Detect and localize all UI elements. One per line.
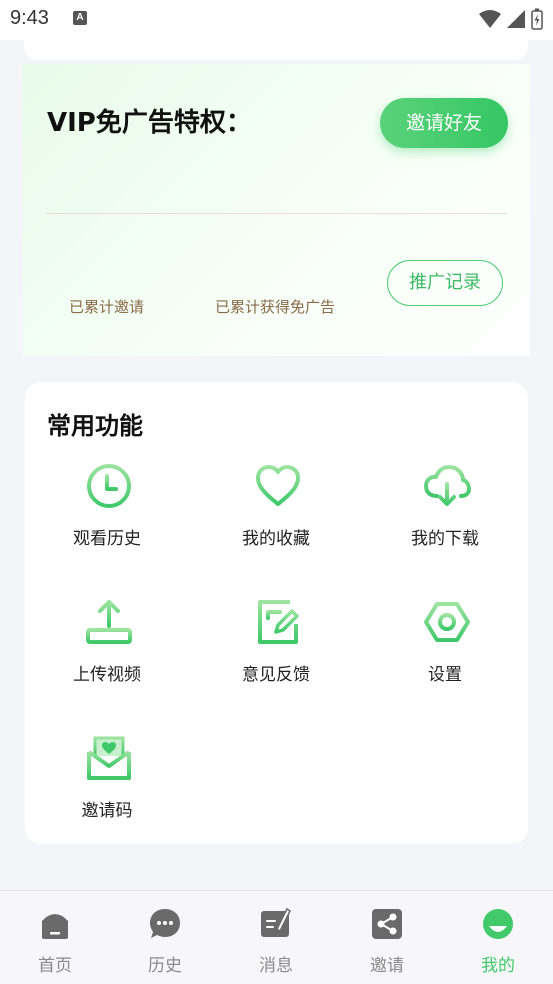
tab-invite[interactable]: 邀请 — [332, 891, 442, 984]
stat-invited-label: 已累计邀请 — [69, 298, 145, 316]
cloud-download-icon — [424, 465, 471, 506]
clock-icon — [87, 464, 131, 508]
profile-icon — [483, 909, 513, 939]
promotion-record-button[interactable]: 推广记录 — [387, 260, 503, 306]
tab-label: 消息 — [259, 956, 293, 976]
func-invite-code[interactable]: 邀请码 — [47, 734, 167, 834]
func-my-downloads[interactable]: 我的下载 — [385, 462, 505, 562]
vip-divider — [46, 213, 507, 214]
tab-label: 我的 — [481, 956, 515, 976]
func-label: 上传视频 — [73, 665, 141, 685]
home-icon — [42, 914, 68, 939]
battery-icon — [531, 8, 543, 30]
chat-bubble-icon — [150, 909, 180, 938]
share-icon — [372, 909, 402, 939]
status-time: 9:43 — [10, 7, 49, 29]
func-label: 我的收藏 — [242, 529, 310, 549]
stat-adfree-label: 已累计获得免广告 — [215, 298, 336, 316]
header-strip — [24, 40, 528, 60]
tab-label: 首页 — [38, 956, 72, 976]
func-label: 我的下载 — [411, 529, 479, 549]
func-feedback[interactable]: 意见反馈 — [216, 598, 336, 698]
envelope-heart-icon — [87, 736, 131, 780]
vip-title: VIP免广告特权： — [47, 108, 252, 138]
functions-title: 常用功能 — [47, 412, 143, 440]
wifi-icon — [479, 10, 501, 28]
functions-card: 常用功能 观看历史 我的收藏 我的下载 上传视频 意见反馈 设置 邀请码 — [25, 382, 528, 844]
func-my-favorites[interactable]: 我的收藏 — [216, 462, 336, 562]
tab-home[interactable]: 首页 — [0, 891, 110, 984]
func-watch-history[interactable]: 观看历史 — [47, 462, 167, 562]
func-label: 意见反馈 — [242, 665, 310, 685]
status-bar: 9:43 A — [0, 0, 553, 40]
edit-note-icon — [258, 600, 299, 644]
func-label: 邀请码 — [81, 801, 133, 821]
tab-mine[interactable]: 我的 — [443, 891, 553, 984]
bottom-tab-bar: 首页 历史 消息 邀请 我的 — [0, 890, 553, 984]
func-label: 设置 — [428, 665, 462, 685]
status-icons — [479, 8, 543, 30]
tab-messages[interactable]: 消息 — [221, 891, 331, 984]
func-label: 观看历史 — [73, 529, 141, 549]
func-settings[interactable]: 设置 — [385, 598, 505, 698]
tab-label: 历史 — [148, 956, 182, 976]
upload-icon — [86, 600, 132, 644]
invite-friends-button[interactable]: 邀请好友 — [380, 98, 508, 148]
tab-label: 邀请 — [370, 956, 404, 976]
heart-icon — [256, 465, 300, 506]
notification-a-icon: A — [73, 11, 87, 25]
signal-icon — [507, 10, 525, 28]
note-pen-icon — [261, 907, 291, 937]
vip-card: VIP免广告特权： 邀请好友 推广记录 已累计邀请 已累计获得免广告 — [23, 64, 530, 356]
settings-hex-icon — [424, 602, 470, 642]
tab-history[interactable]: 历史 — [110, 891, 220, 984]
func-upload-video[interactable]: 上传视频 — [47, 598, 167, 698]
